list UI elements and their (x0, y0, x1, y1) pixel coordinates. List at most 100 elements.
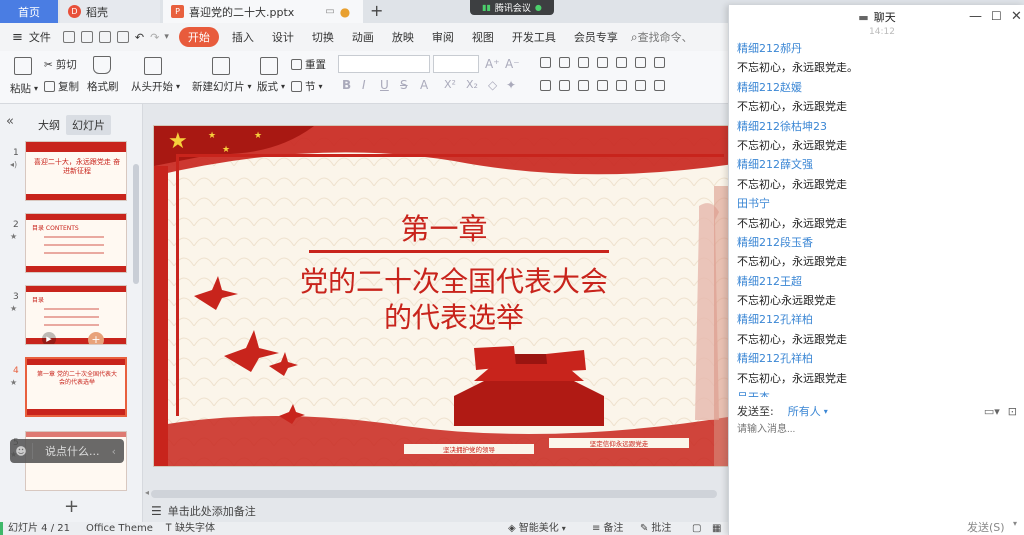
font-family-select[interactable] (338, 55, 430, 73)
subscript-button[interactable]: X₂ (466, 78, 478, 91)
align-left-icon[interactable] (540, 80, 551, 91)
slide-chapter[interactable]: 第一章 (154, 206, 732, 248)
italic-button[interactable]: I (362, 78, 366, 92)
menu-item-4[interactable]: 动画 (343, 29, 383, 45)
menu-item-6[interactable]: 审阅 (423, 29, 463, 45)
sorter-view-icon[interactable]: ▦ (712, 522, 721, 535)
chevron-down-icon[interactable]: ▾ (824, 407, 828, 416)
outdent-icon[interactable] (578, 57, 589, 68)
tab-home[interactable]: 首页 (0, 0, 58, 23)
layout-button[interactable]: 版式 ▾ (257, 79, 285, 94)
monitor-icon[interactable]: ▭ (325, 6, 334, 17)
format-painter-icon[interactable] (93, 56, 111, 74)
paste-button[interactable]: 粘贴 ▾ (10, 81, 38, 96)
text-box-icon[interactable] (616, 57, 627, 68)
comment-toggle-button[interactable]: ✎ 批注 (640, 522, 671, 535)
menu-item-3[interactable]: 切换 (303, 29, 343, 45)
undo-icon[interactable]: ↶ (135, 31, 144, 44)
quick-access-dropdown-icon[interactable]: ▾ (164, 32, 169, 42)
tab-outline[interactable]: 大纲 (32, 115, 66, 135)
indent-icon[interactable] (597, 57, 608, 68)
copy-button[interactable]: 复制 (44, 79, 79, 94)
slide-thumb-3[interactable]: 目录 ▶ + (25, 285, 127, 345)
notes-area[interactable]: ☰ 单击此处添加备注 (143, 500, 728, 522)
clear-format-icon[interactable]: ◇ (488, 78, 497, 92)
slide-thumb-4-selected[interactable]: 第一章 党的二十次全国代表大会的代表选举 (25, 357, 127, 417)
collapse-pane-icon[interactable]: « (6, 114, 14, 129)
send-button[interactable]: 发送(S) (967, 519, 1005, 535)
play-from-start-icon[interactable] (144, 57, 162, 75)
meeting-indicator[interactable]: ▮▮ 腾讯会议 ● (470, 0, 554, 15)
menu-item-8[interactable]: 开发工具 (503, 29, 565, 45)
search-commands[interactable]: 查找命令、 (638, 29, 693, 45)
thumbnails-scrollbar[interactable] (133, 164, 139, 284)
current-slide[interactable]: ★ ★ ★ ★ 第一章 党的二十次全国代表大会 的代表选举 坚决拥护党的领导 坚… (153, 125, 733, 467)
paste-icon[interactable] (14, 57, 32, 75)
columns-icon[interactable] (654, 80, 665, 91)
from-start-button[interactable]: 从头开始 ▾ (131, 79, 180, 94)
bullets-icon[interactable] (540, 57, 551, 68)
text-direction-icon[interactable] (654, 57, 665, 68)
menu-item-5[interactable]: 放映 (383, 29, 423, 45)
menu-item-0[interactable]: 开始 (178, 27, 219, 47)
menu-item-1[interactable]: 插入 (223, 29, 263, 45)
numbering-icon[interactable] (559, 57, 570, 68)
message-input[interactable] (737, 419, 1017, 439)
print-preview-icon[interactable] (116, 31, 129, 43)
format-painter-button[interactable]: 格式刷 (87, 79, 119, 94)
cut-button[interactable]: ✂ 剪切 (44, 57, 77, 72)
notes-toggle-button[interactable]: ≡ 备注 (592, 522, 623, 535)
underline-button[interactable]: U (380, 78, 389, 92)
play-thumb-icon[interactable]: ▶ (42, 332, 56, 344)
slide-thumb-1[interactable]: 喜迎二十大，永远跟党走 奋进新征程 (25, 141, 127, 201)
align-right-icon[interactable] (578, 80, 589, 91)
new-slide-button[interactable]: 新建幻灯片 ▾ (192, 79, 252, 94)
menu-item-9[interactable]: 会员专享 (565, 29, 627, 45)
add-slide-after-icon[interactable]: + (88, 332, 104, 344)
menu-item-7[interactable]: 视图 (463, 29, 503, 45)
tab-daoke[interactable]: D 稻壳 (60, 0, 160, 23)
add-slide-button[interactable]: + (64, 496, 79, 517)
hamburger-icon[interactable]: ≡ (0, 30, 27, 45)
line-spacing-icon[interactable] (635, 80, 646, 91)
print-icon[interactable] (98, 31, 111, 43)
scroll-left-icon[interactable]: ◂ (145, 488, 149, 497)
slide-thumb-2[interactable]: 目录 CONTENTS (25, 213, 127, 273)
layout-icon[interactable] (260, 57, 278, 75)
bold-button[interactable]: B (342, 78, 351, 92)
justify-icon[interactable] (597, 80, 608, 91)
phonetic-icon[interactable]: ✦ (506, 78, 516, 92)
recipient-select[interactable]: 所有人 (788, 403, 821, 419)
menu-item-2[interactable]: 设计 (263, 29, 303, 45)
output-icon[interactable] (80, 31, 93, 43)
smart-beautify-button[interactable]: ◈ 智能美化 ▾ (508, 522, 566, 535)
screenshot-icon[interactable]: ⊡ (1008, 405, 1017, 418)
comment-float-widget[interactable]: ☻ 说点什么... ‹ (10, 439, 124, 463)
font-size-select[interactable] (433, 55, 479, 73)
search-icon[interactable]: ⌕ (631, 30, 638, 45)
slide-title-line1[interactable]: 党的二十次全国代表大会 (154, 260, 732, 300)
tab-slides[interactable]: 幻灯片 (66, 115, 111, 135)
font-size-decrease-button[interactable]: A⁻ (505, 57, 520, 71)
missing-font-button[interactable]: Ꭲ 缺失字体 (166, 522, 215, 535)
minimize-button[interactable]: — (969, 9, 982, 24)
reset-button[interactable]: 重置 (291, 57, 326, 72)
normal-view-icon[interactable]: ▢ (692, 522, 701, 535)
chat-messages[interactable]: 精细212郝丹 不忘初心，永远跟党走。 精细212赵媛 不忘初心，永远跟党走 精… (737, 39, 1017, 397)
theme-name[interactable]: Office Theme (86, 522, 153, 535)
font-color-button[interactable]: A (420, 78, 428, 92)
folder-icon[interactable]: ▭▾ (984, 405, 1000, 418)
slide-title-line2[interactable]: 的代表选举 (154, 296, 732, 336)
close-button[interactable]: ✕ (1011, 9, 1022, 24)
collapse-float-icon[interactable]: ‹ (112, 445, 124, 458)
distribute-icon[interactable] (616, 80, 627, 91)
save-icon[interactable] (62, 31, 75, 43)
new-slide-icon[interactable] (212, 57, 230, 75)
redo-icon[interactable]: ↷ (150, 31, 159, 44)
sort-icon[interactable] (635, 57, 646, 68)
new-tab-button[interactable]: + (370, 1, 383, 20)
horizontal-scrollbar[interactable] (151, 490, 717, 498)
section-button[interactable]: 节 ▾ (291, 79, 323, 94)
tab-document[interactable]: P 喜迎党的二十大.pptx ▭ ● (163, 0, 363, 23)
maximize-button[interactable]: ☐ (991, 9, 1002, 23)
